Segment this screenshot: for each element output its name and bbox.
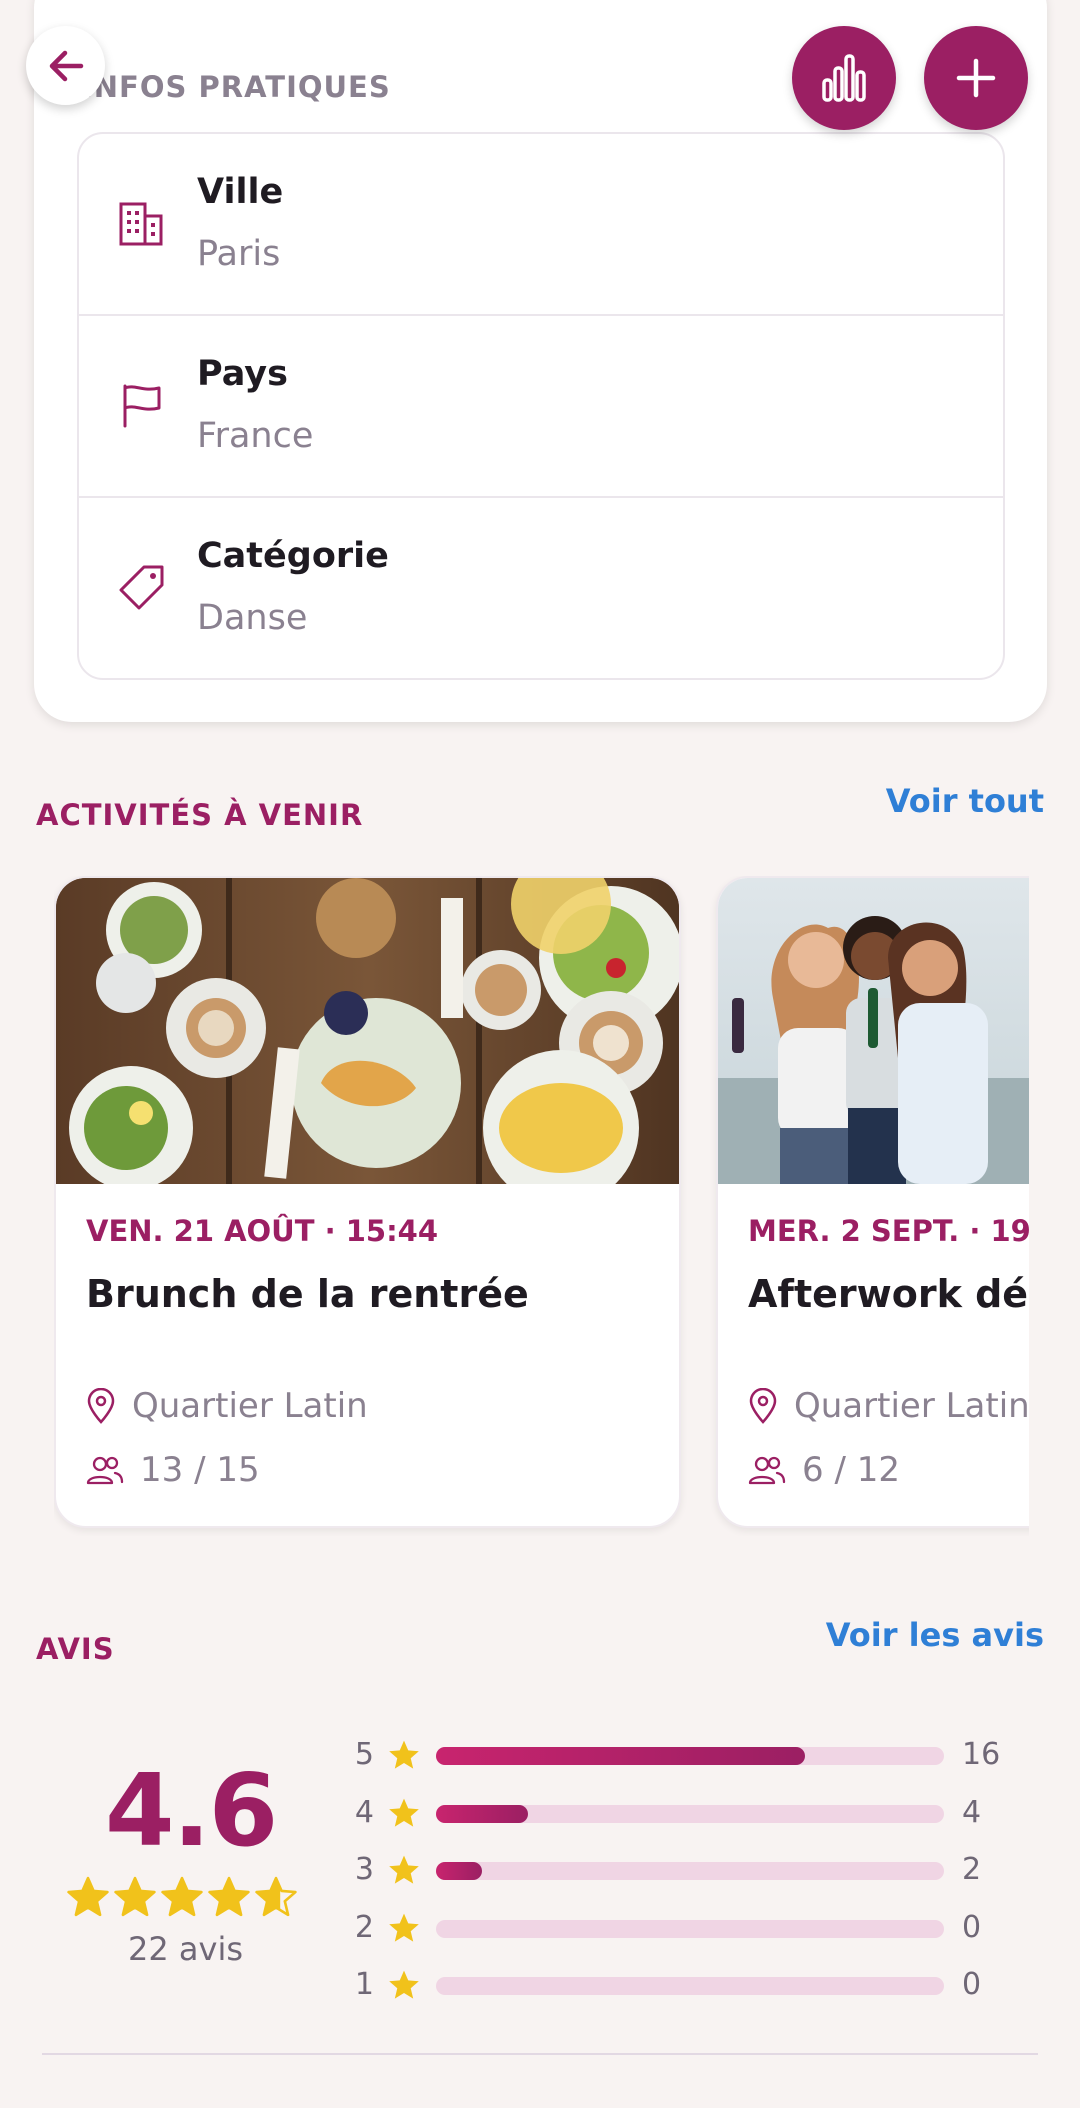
divider <box>42 2053 1038 2055</box>
activity-participants: 13 / 15 <box>86 1450 260 1490</box>
back-button[interactable] <box>26 26 105 105</box>
rating-stars-label: 4 <box>354 1794 374 1830</box>
activity-card[interactable]: MER. 2 SEPT. · 19:0 Afterwork déc Quarti… <box>716 876 1029 1528</box>
users-icon <box>86 1456 124 1485</box>
review-count: 22 avis <box>128 1930 243 1968</box>
bar-chart-icon <box>822 54 866 102</box>
tag-icon <box>119 565 164 610</box>
rating-bar-track <box>436 1919 944 1938</box>
star-filled-icon <box>208 1876 250 1917</box>
rating-bar-fill <box>436 1804 529 1823</box>
activity-participants: 6 / 12 <box>748 1450 900 1490</box>
star-half-icon <box>255 1876 297 1917</box>
info-value: France <box>197 416 314 456</box>
flag-icon <box>123 384 161 428</box>
rating-bar-fill <box>436 1862 483 1880</box>
rating-bar-track <box>436 1977 944 1995</box>
info-value: Danse <box>197 598 308 638</box>
activities-carousel[interactable]: VEN. 21 AOÛT · 15:44 Brunch de la rentré… <box>54 876 1029 1536</box>
star-icon <box>389 1855 419 1884</box>
rating-count: 16 <box>962 1737 1001 1772</box>
activity-name: Brunch de la rentrée <box>86 1272 529 1316</box>
activity-card[interactable]: VEN. 21 AOÛT · 15:44 Brunch de la rentré… <box>54 876 681 1528</box>
plus-icon <box>956 58 996 98</box>
activity-date: VEN. 21 AOÛT · 15:44 <box>86 1214 439 1248</box>
activity-date: MER. 2 SEPT. · 19:0 <box>748 1214 1029 1248</box>
rating-stars-label: 1 <box>354 1967 374 2002</box>
info-list: Ville Paris Pays France Catégorie Danse <box>77 132 1005 680</box>
rating-stars-label: 3 <box>354 1852 374 1887</box>
info-row-city: Ville Paris <box>79 134 1003 316</box>
add-button[interactable] <box>924 26 1028 130</box>
users-icon <box>748 1456 786 1485</box>
rating-row-2: 20 <box>350 1908 1010 1948</box>
rating-row-3: 32 <box>350 1850 1010 1890</box>
rating-bar-track <box>436 1747 944 1765</box>
star-icon <box>389 1798 419 1827</box>
rating-bar-track <box>436 1862 944 1880</box>
activities-section-title: ACTIVITÉS À VENIR <box>36 798 364 832</box>
rating-count: 4 <box>962 1794 982 1830</box>
activity-participants-text: 13 / 15 <box>140 1450 260 1490</box>
location-pin-icon <box>87 1388 115 1424</box>
see-reviews-link[interactable]: Voir les avis <box>826 1616 1044 1654</box>
star-filled-icon <box>114 1876 156 1917</box>
info-label: Ville <box>197 172 284 212</box>
activity-location-text: Quartier Latin <box>794 1386 1029 1426</box>
rating-bar-track <box>436 1804 944 1823</box>
star-icon <box>389 1913 419 1942</box>
reviews-section-title: AVIS <box>36 1632 115 1666</box>
activity-participants-text: 6 / 12 <box>802 1450 900 1490</box>
rating-row-1: 10 <box>350 1965 1010 2005</box>
rating-bar-fill <box>436 1747 806 1765</box>
rating-count: 2 <box>962 1852 982 1887</box>
info-row-category: Catégorie Danse <box>79 498 1003 678</box>
activity-name: Afterwork déc <box>748 1272 1029 1316</box>
info-label: Catégorie <box>197 536 389 576</box>
infos-section-title: INFOS PRATIQUES <box>82 70 391 104</box>
info-label: Pays <box>197 354 288 394</box>
rating-row-4: 44 <box>350 1793 1010 1833</box>
average-rating: 4.6 <box>105 1752 278 1869</box>
rating-count: 0 <box>962 1909 982 1945</box>
rating-row-5: 5 16 <box>350 1735 1010 1775</box>
rating-stars-label: 2 <box>354 1909 374 1945</box>
average-stars <box>66 1876 298 1918</box>
activity-location-text: Quartier Latin <box>132 1386 368 1426</box>
star-icon <box>389 1740 419 1769</box>
rating-stars-label: 5 <box>354 1737 374 1772</box>
building-icon <box>119 202 163 246</box>
info-value: Paris <box>197 234 281 274</box>
activity-location: Quartier Latin <box>86 1386 368 1426</box>
brunch-table-photo <box>56 878 679 1184</box>
friends-drinks-photo <box>718 878 1029 1184</box>
star-filled-icon <box>161 1876 203 1917</box>
location-pin-icon <box>749 1388 777 1424</box>
activity-location: Quartier Latin <box>748 1386 1029 1426</box>
info-row-country: Pays France <box>79 316 1003 498</box>
arrow-left-icon <box>49 50 83 81</box>
stats-button[interactable] <box>792 26 896 130</box>
star-filled-icon <box>67 1876 109 1917</box>
see-all-link[interactable]: Voir tout <box>886 782 1044 820</box>
star-icon <box>389 1970 419 1999</box>
rating-count: 0 <box>962 1967 982 2002</box>
